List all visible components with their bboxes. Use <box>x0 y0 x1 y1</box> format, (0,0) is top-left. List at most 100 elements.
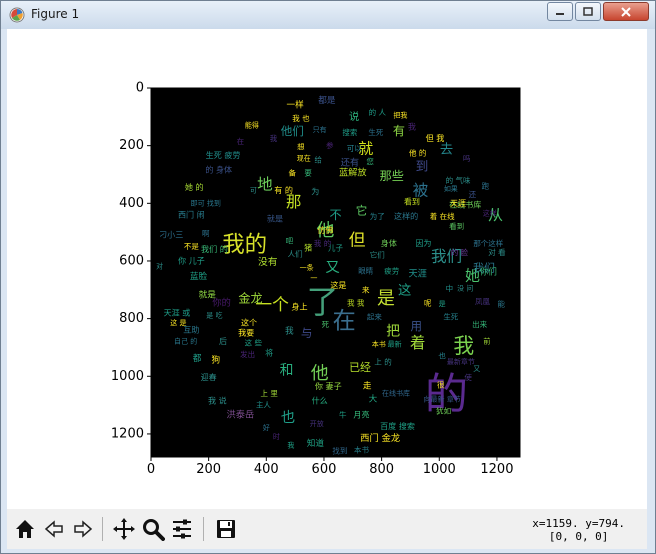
wordcloud-word: 为 <box>311 186 319 196</box>
maximize-button[interactable] <box>575 2 601 21</box>
x-tick-label: 600 <box>312 462 337 477</box>
wordcloud-word: 他 的 <box>409 147 426 157</box>
close-button[interactable] <box>603 2 649 21</box>
wordcloud-word: 起来 <box>367 313 382 322</box>
navigation-toolbar: x=1159. y=794. [0, 0, 0] <box>7 509 647 549</box>
save-button[interactable] <box>212 515 240 543</box>
wordcloud-word: 想 <box>297 142 305 152</box>
wordcloud-word: 不是 <box>184 242 199 251</box>
wordcloud-word: 我 <box>270 133 278 143</box>
wordcloud-word: 能得 <box>245 120 259 129</box>
wordcloud-word: 西门 金龙 <box>360 432 400 444</box>
forward-button[interactable] <box>69 515 97 543</box>
wordcloud-word: 向最新 章节 <box>424 394 461 403</box>
wordcloud-word: 有 的 <box>274 185 293 195</box>
wordcloud-word: 身上 <box>291 302 307 312</box>
zoom-button[interactable] <box>139 515 167 543</box>
wordcloud-word: 呢 <box>424 298 432 307</box>
wordcloud-word: 已经 <box>349 361 371 374</box>
wordcloud-word: 很 <box>437 380 445 389</box>
wordcloud-word: 人们 <box>288 248 303 258</box>
pixel-value-text: [0, 0, 0] <box>548 530 609 543</box>
wordcloud-word: 前 <box>483 337 490 346</box>
wordcloud-word: 一样 <box>287 98 305 110</box>
wordcloud-word: 这 些 <box>245 338 263 348</box>
wordcloud-word: 为了 <box>370 211 385 221</box>
wordcloud-word: 他 <box>311 363 329 384</box>
wordcloud-word: 中 <box>446 283 454 293</box>
save-icon <box>217 520 235 538</box>
wordcloud-word: 猪 <box>304 242 312 252</box>
wordcloud-word: 在 <box>237 136 245 146</box>
wordcloud-word: 去 <box>440 141 453 157</box>
wordcloud-word: 的 人 <box>369 107 387 117</box>
home-button[interactable] <box>11 515 39 543</box>
wordcloud-word: 那个这样 <box>473 238 503 248</box>
toolbar-separator <box>203 517 204 541</box>
wordcloud-word: 这样的 <box>394 211 418 221</box>
configure-subplots-button[interactable] <box>168 515 196 543</box>
wordcloud-word: 找到 <box>332 446 347 456</box>
x-tick-label: 400 <box>254 462 279 477</box>
minimize-icon <box>556 12 564 15</box>
wordcloud-word: 但 我 <box>426 133 445 143</box>
wordcloud-word: 我 也 <box>292 113 310 123</box>
pan-button[interactable] <box>110 515 138 543</box>
wordcloud-word: 地 <box>257 176 273 194</box>
cursor-coordinates-readout: x=1159. y=794. [0, 0, 0] <box>532 517 625 543</box>
wordcloud-word: 一条 <box>300 263 314 272</box>
wordcloud-word: 用 <box>410 319 422 333</box>
wordcloud-word: 对 <box>156 262 163 271</box>
wordcloud-word: 我的 <box>222 232 267 258</box>
wordcloud-word: 大 <box>369 392 378 404</box>
matplotlib-app-icon <box>9 7 25 23</box>
wordcloud-word: 最新 <box>388 340 402 349</box>
wordcloud-word: 天涯 <box>408 268 426 279</box>
wordcloud-word: 这 <box>398 282 411 299</box>
wordcloud-word: 疲劳 <box>384 266 399 276</box>
wordcloud-word: 这个 <box>241 317 257 327</box>
wordcloud-word: 百度 搜索 <box>380 421 415 431</box>
wordcloud-word: 刁小三 <box>159 230 183 240</box>
wordcloud-word: 仿佛 <box>317 225 333 235</box>
wordcloud-word: 与 <box>301 326 313 340</box>
title-bar: Figure 1 <box>1 1 655 29</box>
wordcloud-word: 主人 <box>256 400 271 410</box>
wordcloud-word: 还有 <box>341 156 359 168</box>
maximize-icon <box>583 6 593 16</box>
wordcloud-word: 但 <box>349 229 366 249</box>
wordcloud-word: 又 <box>325 259 339 276</box>
close-icon <box>621 6 631 17</box>
y-tick-label: 1000 <box>111 369 144 384</box>
wordcloud-word: 能 <box>498 299 506 309</box>
minimize-button[interactable] <box>547 2 573 21</box>
wordcloud-word: 天涯 或 <box>164 307 191 317</box>
wordcloud-word: 上 的 <box>374 356 391 366</box>
wordcloud-word: 对 看 <box>488 247 506 257</box>
wordcloud-word: 可 <box>250 186 257 194</box>
wordcloud-word: 我 <box>287 440 294 449</box>
wordcloud-word: 到 <box>416 158 429 173</box>
wordcloud-word: 牛 <box>339 410 347 420</box>
wordcloud-word: 可以 <box>347 144 362 153</box>
wordcloud-word: 和 <box>280 363 294 379</box>
wordcloud-word: 我 <box>453 334 474 358</box>
wordcloud-word: 着 <box>410 334 426 352</box>
wordcloud-word: 那 <box>286 193 302 211</box>
wordcloud-word: 也 <box>281 409 295 426</box>
wordcloud-figure[interactable]: 的了我的在我他是但他一个我们着地 被那就她从又也把和去到这那些金龙他们不 它有用我们… <box>7 29 647 509</box>
wordcloud-word: 这样 <box>483 208 497 217</box>
wordcloud-word: 着 在线 <box>430 211 455 221</box>
wordcloud-word: 也 <box>438 351 446 361</box>
y-tick-label: 600 <box>119 253 144 268</box>
y-tick-label: 800 <box>119 311 144 326</box>
forward-icon <box>74 520 93 538</box>
wordcloud-word: 生死 <box>368 127 383 137</box>
back-button[interactable] <box>40 515 68 543</box>
wordcloud-word: 这是 <box>330 280 346 290</box>
wordcloud-word: 好 <box>263 423 270 432</box>
wordcloud-word: 我 我 <box>347 297 365 307</box>
x-tick-label: 1200 <box>480 462 513 477</box>
wordcloud-word: 都 <box>193 353 202 364</box>
window-title: Figure 1 <box>31 7 80 21</box>
